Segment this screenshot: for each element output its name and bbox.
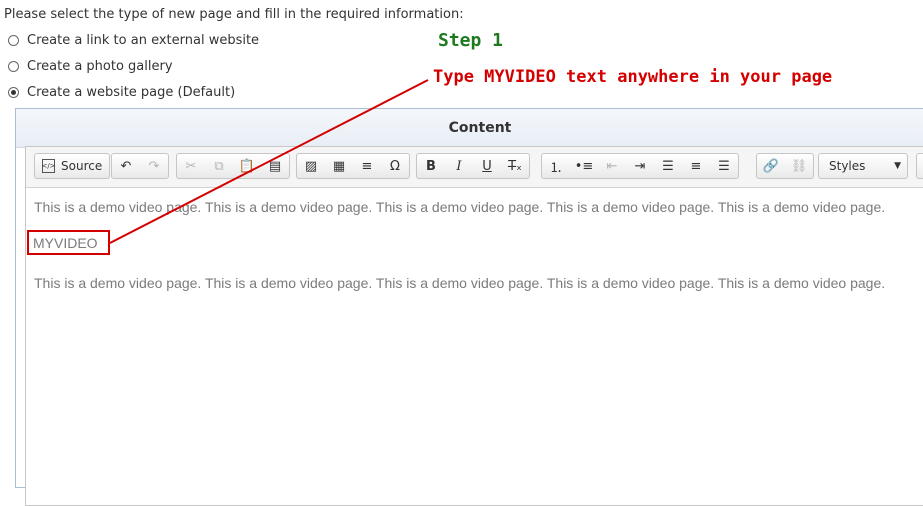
annotation-arrow-line <box>109 79 429 244</box>
annotation-arrow <box>109 79 429 244</box>
